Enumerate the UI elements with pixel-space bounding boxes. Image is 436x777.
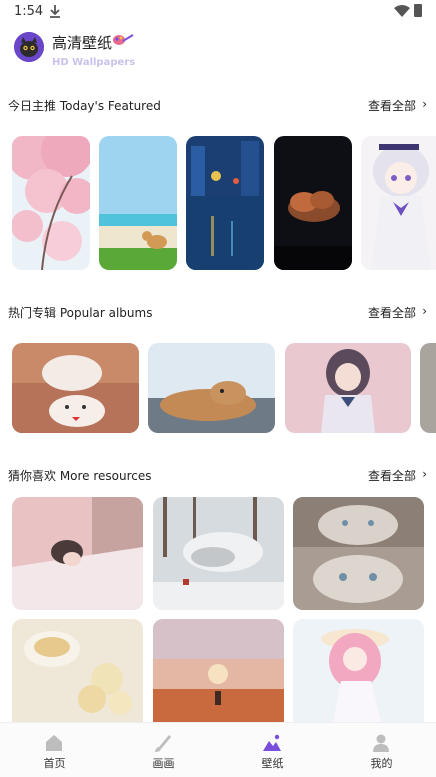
album-item-sleeping-dog[interactable] bbox=[148, 343, 275, 433]
paint-brush-icon bbox=[113, 34, 134, 45]
resource-item-tea-flowers[interactable] bbox=[12, 619, 143, 722]
bottom-nav: 首页 画画 壁纸 我的 bbox=[0, 722, 436, 777]
featured-section-title: 今日主推 Today's Featured bbox=[8, 99, 161, 113]
person-icon bbox=[373, 734, 389, 752]
nav-label-home: 首页 bbox=[43, 757, 66, 770]
app-header: 高清壁纸 HD Wallpapers bbox=[0, 28, 436, 74]
nav-label-me: 我的 bbox=[370, 757, 393, 770]
app-subtitle: HD Wallpapers bbox=[52, 57, 136, 68]
nav-item-wallpaper[interactable]: 壁纸 bbox=[218, 723, 327, 777]
albums-view-all-link[interactable]: 查看全部 bbox=[368, 304, 416, 321]
nav-label-wallpaper: 壁纸 bbox=[261, 757, 284, 770]
nav-item-home[interactable]: 首页 bbox=[0, 723, 109, 777]
featured-item-cherry-blossom[interactable] bbox=[12, 136, 90, 270]
chevron-right-icon: › bbox=[422, 467, 427, 481]
resource-item-anime-girl-hat[interactable] bbox=[293, 619, 424, 722]
featured-item-cloud-sunset[interactable] bbox=[274, 136, 352, 270]
nav-label-draw: 画画 bbox=[152, 757, 175, 770]
albums-section-header: 热门专辑 Popular albums 查看全部 › bbox=[0, 304, 436, 324]
featured-item-rainy-city-night[interactable] bbox=[186, 136, 264, 270]
nav-item-draw[interactable]: 画画 bbox=[109, 723, 218, 777]
cat-avatar-icon[interactable] bbox=[14, 32, 44, 62]
nav-item-me[interactable]: 我的 bbox=[327, 723, 436, 777]
wifi-icon bbox=[394, 5, 410, 17]
chevron-right-icon: › bbox=[422, 97, 427, 111]
albums-section-title: 热门专辑 Popular albums bbox=[8, 306, 153, 320]
status-time: 1:54 bbox=[14, 4, 44, 19]
home-icon bbox=[46, 735, 62, 751]
featured-item-anime-girl[interactable] bbox=[361, 136, 436, 270]
brush-icon bbox=[155, 735, 171, 752]
resource-item-dog-in-snow[interactable] bbox=[153, 497, 284, 610]
chevron-right-icon: › bbox=[422, 304, 427, 318]
featured-view-all-link[interactable]: 查看全部 bbox=[368, 97, 416, 114]
status-bar: 1:54 bbox=[0, 0, 436, 24]
resource-item-girl-lying-bed[interactable] bbox=[12, 497, 143, 610]
wallpaper-mountain-icon bbox=[263, 734, 281, 751]
album-item-anime-schoolgirl[interactable] bbox=[285, 343, 411, 433]
featured-item-beach-dog[interactable] bbox=[99, 136, 177, 270]
download-icon bbox=[50, 5, 60, 18]
resources-section-title: 猜你喜欢 More resources bbox=[8, 469, 152, 483]
battery-icon bbox=[414, 4, 422, 17]
resources-section-header: 猜你喜欢 More resources 查看全部 › bbox=[0, 467, 436, 487]
resource-item-cats-collage[interactable] bbox=[293, 497, 424, 610]
featured-section-header: 今日主推 Today's Featured 查看全部 › bbox=[0, 97, 436, 117]
album-item-partial[interactable] bbox=[420, 343, 436, 433]
resource-item-sunset-dog[interactable] bbox=[153, 619, 284, 722]
resources-view-all-link[interactable]: 查看全部 bbox=[368, 467, 416, 484]
app-title: 高清壁纸 bbox=[52, 34, 113, 52]
album-item-white-cat[interactable] bbox=[12, 343, 139, 433]
